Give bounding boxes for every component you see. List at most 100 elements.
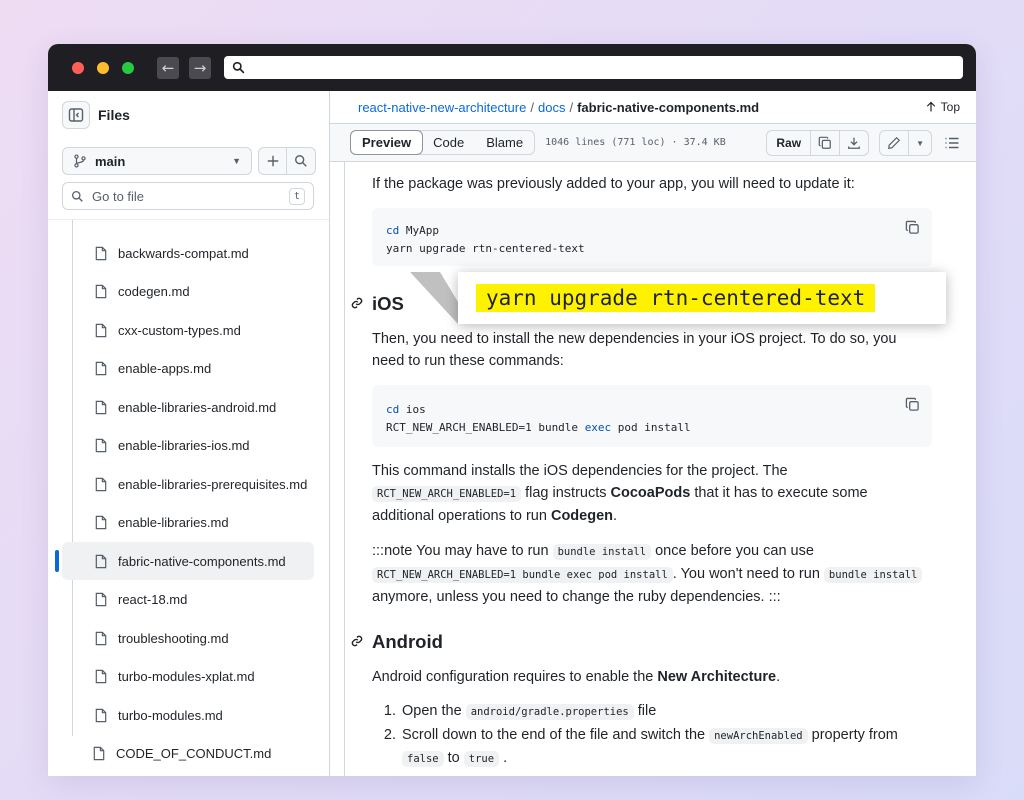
tab-code[interactable]: Code: [422, 131, 475, 154]
tree-item-file[interactable]: cxx-custom-types.md: [94, 311, 314, 349]
arrow-right-icon: →: [193, 58, 207, 77]
address-bar[interactable]: [224, 56, 963, 79]
copy-icon: [818, 136, 831, 149]
outline-button[interactable]: [944, 135, 960, 151]
breadcrumb-separator: /: [530, 99, 534, 115]
file-icon: [95, 592, 107, 607]
branch-name: main: [95, 153, 126, 169]
tree-item-file[interactable]: enable-libraries-prerequisites.md: [94, 465, 314, 503]
top-label: Top: [940, 100, 960, 114]
breadcrumb-separator: /: [569, 99, 574, 115]
anchor-link-icon[interactable]: [350, 296, 364, 310]
file-name: enable-apps.md: [118, 361, 212, 376]
search-icon: [295, 155, 307, 167]
file-name: codegen.md: [118, 284, 190, 299]
edit-actions: ▼: [879, 130, 932, 156]
file-sidebar: Files main ▼ Go to file t backwards-comp…: [48, 91, 330, 776]
anchor-link-icon[interactable]: [350, 634, 364, 648]
raw-button[interactable]: Raw: [767, 131, 810, 155]
file-icon: [95, 438, 107, 453]
tree-item-file[interactable]: turbo-modules-xplat.md: [94, 658, 314, 696]
collapse-sidebar-button[interactable]: [62, 100, 90, 129]
pencil-icon: [888, 136, 901, 149]
file-icon: [95, 708, 107, 722]
android-paragraph: Android configuration requires to enable…: [372, 669, 781, 685]
file-icon: [95, 554, 107, 568]
breadcrumb-repo-link[interactable]: react-native-new-architecture: [358, 100, 526, 115]
content-border: [344, 162, 345, 776]
breadcrumb-current-file: fabric-native-components.md: [577, 99, 760, 115]
file-icon: [95, 246, 107, 260]
file-name: fabric-native-components.md: [118, 553, 286, 569]
list-item: Scroll down to the end of the file and s…: [400, 724, 912, 770]
close-window-button[interactable]: [72, 61, 84, 74]
tree-item-file[interactable]: enable-apps.md: [94, 350, 314, 388]
list-icon: [945, 137, 959, 149]
tree-item-file[interactable]: troubleshooting.md: [94, 619, 314, 657]
file-toolbar: Preview Code Blame 1046 lines (771 loc) …: [330, 124, 976, 162]
file-name: CODE_OF_CONDUCT.md: [116, 746, 272, 761]
file-meta: 1046 lines (771 loc) · 37.4 KB: [545, 137, 726, 148]
git-branch-icon: [74, 154, 86, 168]
inline-code: RCT_NEW_ARCH_ENABLED=1 bundle exec pod i…: [372, 567, 673, 583]
file-name: react-18.md: [118, 592, 188, 607]
branch-selector[interactable]: main ▼: [62, 147, 252, 175]
file-view: react-native-new-architecture / docs / f…: [330, 91, 976, 776]
edit-dropdown-button[interactable]: ▼: [908, 131, 931, 155]
maximize-window-button[interactable]: [122, 61, 134, 74]
inline-code: false: [402, 751, 444, 767]
ios-explanation: This command installs the iOS dependenci…: [372, 463, 868, 524]
minimize-window-button[interactable]: [97, 61, 109, 74]
file-name: enable-libraries.md: [118, 515, 229, 530]
shortcut-key: t: [289, 187, 305, 205]
back-button[interactable]: ←: [157, 56, 179, 79]
tree-item-file[interactable]: react-18.md: [94, 581, 314, 619]
android-heading: Android: [351, 631, 976, 653]
inline-code: newArchEnabled: [709, 728, 808, 744]
inline-code: RCT_NEW_ARCH_ENABLED=1: [372, 486, 522, 502]
breadcrumb-folder-link[interactable]: docs: [538, 100, 565, 115]
tree-item-file[interactable]: enable-libraries.md: [94, 504, 314, 542]
search-icon: [232, 61, 245, 74]
note-paragraph: :::note You may have to run bundle insta…: [372, 540, 932, 608]
sidebar-header: Files: [48, 91, 329, 138]
branch-row: main ▼: [62, 147, 316, 175]
scroll-top-button[interactable]: Top: [925, 100, 960, 114]
copy-code-button[interactable]: [905, 397, 920, 418]
file-name: troubleshooting.md: [118, 630, 229, 646]
tree-item-file[interactable]: codegen.md: [94, 273, 314, 311]
search-files-button[interactable]: [287, 148, 315, 174]
tree-item-file[interactable]: fabric-native-components.md: [62, 542, 314, 580]
edit-button[interactable]: [880, 131, 908, 155]
caret-down-icon: ▼: [916, 138, 924, 148]
tree-guide-line: [72, 220, 73, 736]
tree-item-file[interactable]: turbo-modules.md: [94, 696, 314, 734]
code-block-ios: cd ios RCT_NEW_ARCH_ENABLED=1 bundle exe…: [372, 385, 932, 447]
inline-code: android/gradle.properties: [465, 704, 634, 720]
tree-item-file[interactable]: enable-libraries-android.md: [94, 388, 314, 426]
tree-item-file[interactable]: backwards-compat.md: [94, 234, 314, 272]
raw-actions: Raw: [766, 130, 870, 156]
go-to-file-input[interactable]: Go to file t: [62, 182, 314, 210]
active-file-indicator: [55, 550, 59, 572]
download-button[interactable]: [839, 131, 868, 155]
tab-blame[interactable]: Blame: [475, 131, 534, 154]
inline-code: bundle install: [552, 544, 652, 560]
copy-icon: [905, 397, 919, 411]
tree-item-file[interactable]: CODE_OF_CONDUCT.md: [92, 735, 312, 773]
file-name: enable-libraries-android.md: [118, 399, 277, 415]
sidebar-title: Files: [98, 106, 130, 123]
copy-code-button[interactable]: [905, 220, 920, 241]
code-line: cd MyApp: [386, 224, 439, 237]
intro-paragraph: If the package was previously added to y…: [372, 176, 855, 192]
add-file-button[interactable]: [259, 148, 287, 174]
arrow-left-icon: ←: [161, 58, 175, 77]
file-name: backwards-compat.md: [118, 245, 249, 261]
code-block-update: cd MyApp yarn upgrade rtn-centered-text: [372, 208, 932, 266]
copy-raw-button[interactable]: [810, 131, 839, 155]
forward-button[interactable]: →: [189, 56, 211, 79]
breadcrumb: react-native-new-architecture / docs / f…: [330, 91, 976, 124]
tree-item-file[interactable]: enable-libraries-ios.md: [94, 427, 314, 465]
code-line: cd ios: [386, 403, 426, 416]
tab-preview[interactable]: Preview: [350, 130, 424, 155]
